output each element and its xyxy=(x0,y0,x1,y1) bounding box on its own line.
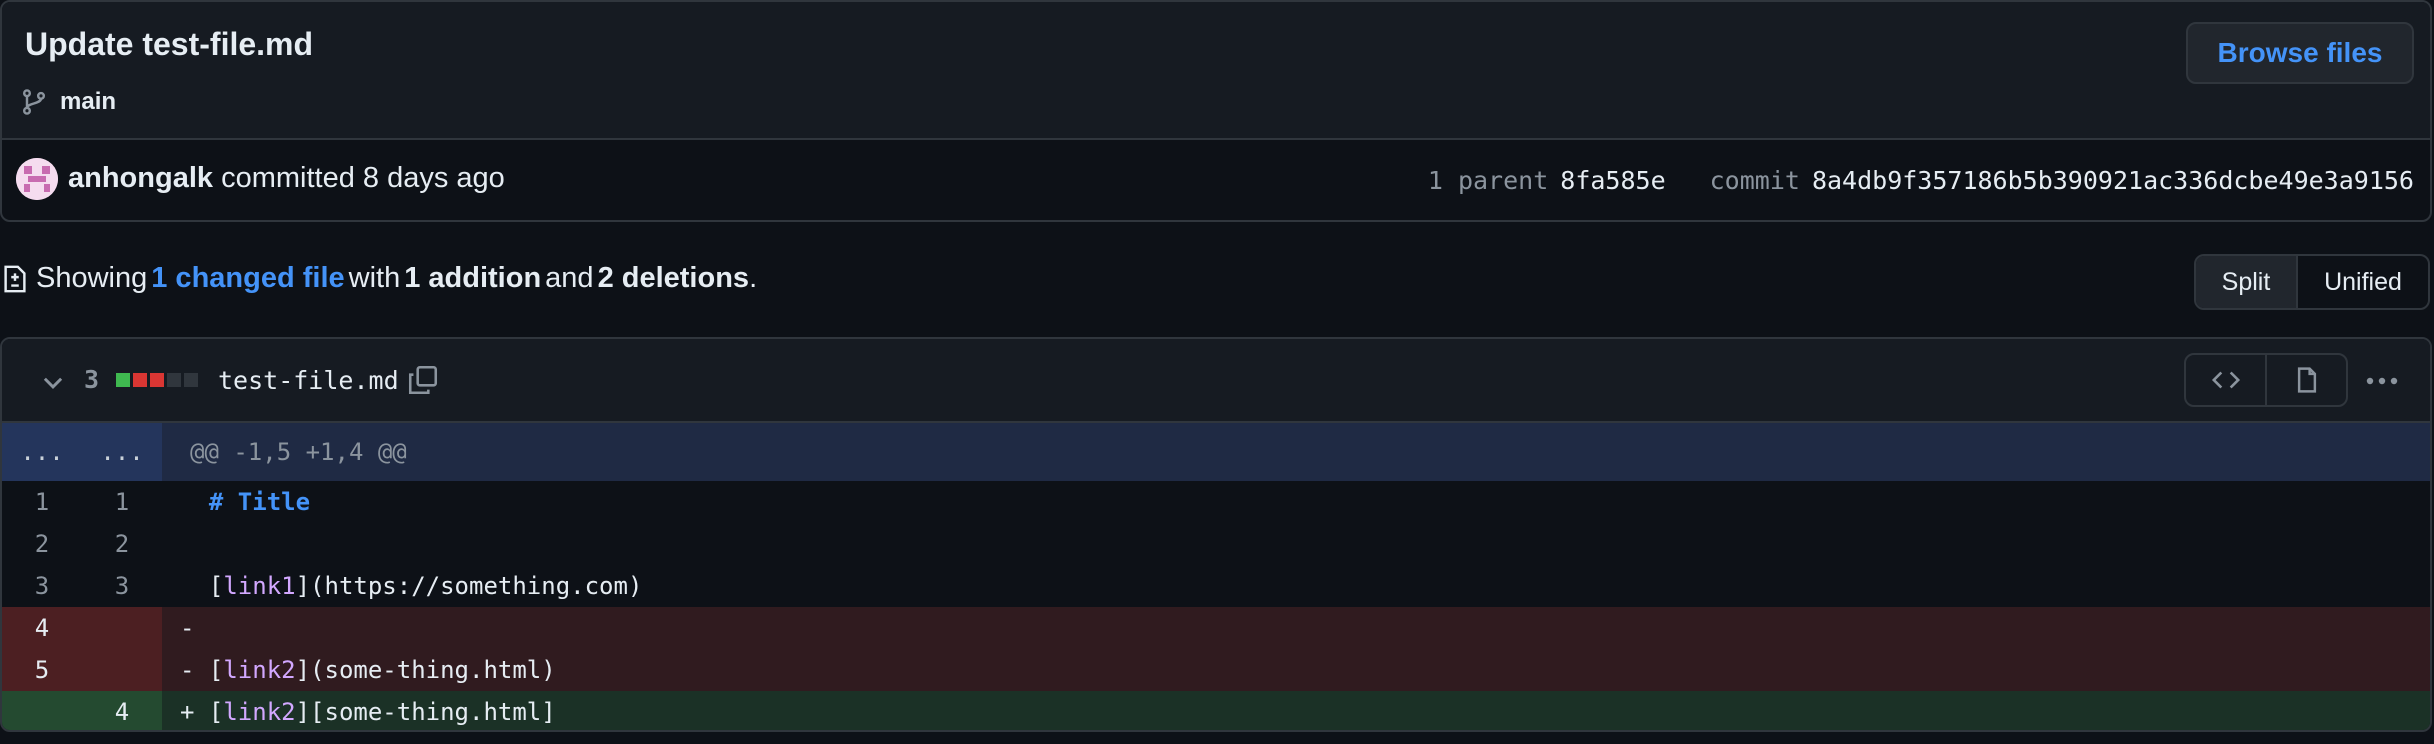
diffstat-square-neutral xyxy=(167,373,181,387)
kebab-more-icon[interactable] xyxy=(2364,369,2400,393)
code-icon xyxy=(2211,371,2240,389)
line-numbers: 5 xyxy=(2,649,162,691)
change-count: 3 xyxy=(84,365,100,394)
commit-title-bar: Update test-file.md main Browse files xyxy=(2,2,2430,140)
old-line-number[interactable]: 5 xyxy=(2,649,82,691)
diff-row-del: 5 - [link2](some-thing.html) xyxy=(2,649,2430,691)
diff-row-del: 4- xyxy=(2,607,2430,649)
file-diff-icon xyxy=(4,265,26,292)
line-numbers: 33 xyxy=(2,565,162,607)
diff-summary: Showing 1 changed file with 1 addition a… xyxy=(0,262,757,295)
changed-files-link[interactable]: 1 changed file xyxy=(151,262,344,295)
branch-label[interactable]: main xyxy=(20,88,116,116)
git-branch-icon xyxy=(22,89,46,115)
old-line-number[interactable]: 1 xyxy=(2,481,82,523)
new-line-number[interactable]: 1 xyxy=(82,481,162,523)
file-icon xyxy=(2297,367,2316,393)
hunk-old-expander[interactable]: ... xyxy=(2,423,82,481)
commit-hash: 8a4db9f357186b5b390921ac336dcbe49e3a9156 xyxy=(1811,166,2414,195)
branch-name: main xyxy=(60,88,117,115)
additions-count: 1 addition xyxy=(404,262,542,294)
parent-label: 1 parent xyxy=(1427,166,1549,195)
commit-time: committed 8 days ago xyxy=(221,162,505,194)
md-link-text-token: link1 xyxy=(223,572,296,600)
line-numbers: 11 xyxy=(2,481,162,523)
old-line-number[interactable]: 3 xyxy=(2,565,82,607)
hunk-expand[interactable]: ... ... xyxy=(2,423,162,481)
diff-marker: - xyxy=(180,656,209,684)
diff-marker: + xyxy=(180,698,209,726)
file-view-buttons xyxy=(2184,353,2348,407)
commit-label: commit xyxy=(1709,166,1800,195)
diff-row-normal: 33 [link1](https://something.com) xyxy=(2,565,2430,607)
old-line-number[interactable]: 2 xyxy=(2,523,82,565)
diffstat-square-del xyxy=(150,373,164,387)
file-diff: 3 test-file.md ... ... @@ -1,5 +1,4 @@ 1… xyxy=(0,337,2432,732)
rich-view-button[interactable] xyxy=(2267,355,2346,405)
diffstat-square-del xyxy=(133,373,147,387)
parent-hash-link[interactable]: 8fa585e xyxy=(1560,166,1665,195)
diff-marker: - xyxy=(180,614,209,642)
new-line-number[interactable]: 2 xyxy=(82,523,162,565)
author-link[interactable]: anhongalk xyxy=(68,162,213,194)
summary-and: and xyxy=(545,262,594,294)
code-line: + [link2][some-thing.html] xyxy=(180,698,556,726)
new-line-number[interactable] xyxy=(82,607,162,649)
hunk-header: @@ -1,5 +1,4 @@ xyxy=(190,438,407,466)
split-view-button[interactable]: Split xyxy=(2196,256,2298,308)
md-link-text-token: link2 xyxy=(223,656,296,684)
code-line: - xyxy=(162,607,2430,649)
deletions-count: 2 deletions xyxy=(597,262,750,294)
line-numbers: 4 xyxy=(2,691,162,730)
commit-header: Update test-file.md main Browse files an… xyxy=(0,0,2432,222)
line-numbers: 22 xyxy=(2,523,162,565)
diff-marker xyxy=(180,488,209,516)
hunk-header-row: ... ... @@ -1,5 +1,4 @@ xyxy=(2,423,2430,481)
parent-info: 1 parent 8fa585e commit 8a4db9f357186b5b… xyxy=(1428,166,2414,195)
file-name[interactable]: test-file.md xyxy=(218,366,399,395)
md-heading-token: # Title xyxy=(208,488,311,516)
unified-view-button[interactable]: Unified xyxy=(2298,256,2428,308)
browse-files-button[interactable]: Browse files xyxy=(2186,22,2414,84)
new-line-number[interactable]: 4 xyxy=(82,691,162,730)
summary-with: with xyxy=(348,262,401,294)
diff-row-normal: 22 xyxy=(2,523,2430,565)
md-link-text-token: link2 xyxy=(223,698,296,726)
old-line-number[interactable]: 4 xyxy=(2,607,82,649)
commit-meta: anhongalk committed 8 days ago 1 parent … xyxy=(2,140,2430,220)
chevron-down-icon[interactable] xyxy=(40,369,66,395)
view-toggle: Split Unified xyxy=(2194,254,2430,310)
commit-title: Update test-file.md xyxy=(25,26,314,62)
copy-icon[interactable] xyxy=(406,363,440,397)
old-line-number[interactable] xyxy=(2,691,82,730)
summary-suffix: . xyxy=(749,262,758,294)
diffstat-square-add xyxy=(116,373,130,387)
diff-row-add: 4 + [link2][some-thing.html] xyxy=(2,691,2430,730)
code-view-button[interactable] xyxy=(2186,355,2267,405)
author-line: anhongalk committed 8 days ago xyxy=(68,162,505,195)
avatar[interactable] xyxy=(16,158,58,200)
code-line: # Title xyxy=(162,481,2430,523)
code-line: [link1](https://something.com) xyxy=(162,565,2430,607)
hunk-new-expander[interactable]: ... xyxy=(82,423,162,481)
new-line-number[interactable] xyxy=(82,649,162,691)
code-line xyxy=(162,523,2430,565)
new-line-number[interactable]: 3 xyxy=(82,565,162,607)
summary-prefix: Showing xyxy=(36,262,148,294)
diff-table: ... ... @@ -1,5 +1,4 @@ 11 # Title 2 2 33 … xyxy=(2,423,2430,730)
diffstat-square-neutral xyxy=(184,373,198,387)
line-numbers: 4 xyxy=(2,607,162,649)
file-header: 3 test-file.md xyxy=(2,339,2430,423)
diffstat xyxy=(116,373,198,387)
diff-marker xyxy=(180,572,209,600)
diff-row-normal: 11 # Title xyxy=(2,481,2430,523)
code-line: - [link2](some-thing.html) xyxy=(180,656,556,684)
diff-marker xyxy=(180,530,209,558)
